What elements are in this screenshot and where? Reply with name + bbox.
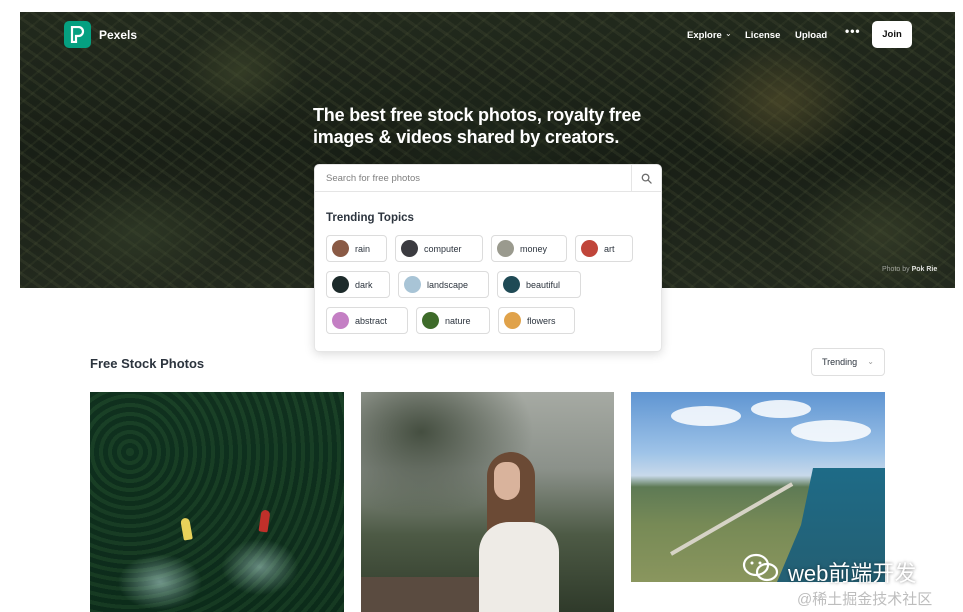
topic-chip-abstract[interactable]: abstract: [326, 307, 408, 334]
hero-title: The best free stock photos, royalty free…: [313, 105, 642, 147]
boat-figure: [180, 517, 193, 541]
person-dress: [479, 522, 559, 612]
sort-dropdown[interactable]: Trending ⌄: [811, 348, 885, 376]
join-button[interactable]: Join: [872, 21, 912, 48]
topic-chip-landscape[interactable]: landscape: [398, 271, 489, 298]
topic-chip-rain[interactable]: rain: [326, 235, 387, 262]
cloud-shape: [671, 406, 741, 426]
search-bar: [315, 165, 661, 192]
chevron-down-icon: ⌄: [867, 357, 874, 366]
topic-thumbnail: [497, 240, 514, 257]
topic-chip-flowers[interactable]: flowers: [498, 307, 575, 334]
topic-label: beautiful: [526, 279, 561, 290]
watermark-subtitle: @稀土掘金技术社区: [797, 591, 933, 608]
watermark-title: web前端开发: [788, 561, 917, 586]
nav-license[interactable]: License: [745, 30, 780, 41]
topic-chip-art[interactable]: art: [575, 235, 633, 262]
topic-thumbnail: [404, 276, 421, 293]
search-button[interactable]: [631, 165, 661, 192]
photo-credit-prefix: Photo by: [882, 266, 910, 273]
photo-card-woman[interactable]: [361, 392, 614, 612]
topic-thumbnail: [581, 240, 598, 257]
topic-label: dark: [355, 279, 373, 290]
topic-label: computer: [424, 243, 462, 254]
photo-credit-author[interactable]: Pok Rie: [912, 266, 938, 273]
nav-explore[interactable]: Explore: [687, 30, 722, 41]
brand-name[interactable]: Pexels: [99, 28, 137, 42]
topic-thumbnail: [422, 312, 439, 329]
topic-label: landscape: [427, 279, 469, 290]
boat-figure: [258, 509, 271, 533]
topic-label: abstract: [355, 315, 388, 326]
search-panel: Trending Topics rain computer money art …: [314, 164, 662, 352]
topic-thumbnail: [332, 240, 349, 257]
road-line: [670, 482, 794, 556]
topic-thumbnail: [503, 276, 520, 293]
topic-chip-nature[interactable]: nature: [416, 307, 490, 334]
cloud-shape: [791, 420, 871, 442]
topic-thumbnail: [401, 240, 418, 257]
topic-label: nature: [445, 315, 471, 326]
topic-chip-computer[interactable]: computer: [395, 235, 483, 262]
topic-chip-dark[interactable]: dark: [326, 271, 390, 298]
pexels-logo-icon[interactable]: [64, 21, 91, 48]
topic-label: art: [604, 243, 615, 254]
photo-railing: [361, 577, 481, 612]
chevron-down-icon: ⌄: [725, 29, 732, 38]
photo-credit[interactable]: Photo by Pok Rie: [882, 266, 937, 273]
trending-topics-title: Trending Topics: [326, 212, 414, 224]
wechat-icon: [741, 553, 781, 583]
search-input[interactable]: [315, 165, 631, 192]
section-title: Free Stock Photos: [90, 356, 205, 371]
nav-upload[interactable]: Upload: [795, 30, 827, 41]
topic-label: rain: [355, 243, 371, 254]
sort-dropdown-value: Trending: [822, 357, 858, 367]
photo-card-boats[interactable]: [90, 392, 344, 612]
topic-thumbnail: [332, 312, 349, 329]
search-icon: [641, 173, 652, 184]
topic-chip-beautiful[interactable]: beautiful: [497, 271, 581, 298]
more-menu-icon[interactable]: •••: [845, 24, 861, 38]
topic-thumbnail: [332, 276, 349, 293]
topic-label: money: [520, 243, 548, 254]
topic-thumbnail: [504, 312, 521, 329]
cloud-shape: [751, 400, 811, 418]
topic-chip-money[interactable]: money: [491, 235, 567, 262]
person-face: [494, 462, 520, 500]
topic-label: flowers: [527, 315, 556, 326]
